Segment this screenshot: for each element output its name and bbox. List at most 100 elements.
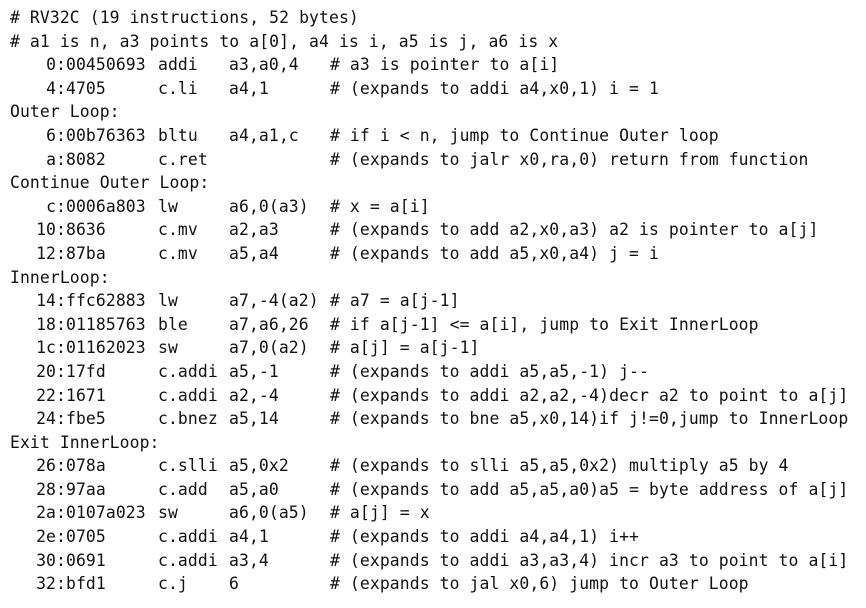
- instruction-line: 2e:0705 c.addi a4,1 # (expands to addi a4,a…: [10, 525, 848, 549]
- opcode: c.bnez: [158, 409, 218, 429]
- opcode: addi: [158, 55, 198, 75]
- comment: # (expands to addi a2,a2,-4)decr a2 to p…: [330, 385, 849, 405]
- opcode: sw: [158, 338, 178, 358]
- machine-code: 8082: [66, 149, 106, 169]
- address: 18:: [36, 314, 66, 334]
- machine-code: 00b76363: [66, 125, 146, 145]
- operands: a7,0(a2): [229, 338, 309, 358]
- operands: a4,1: [229, 527, 269, 547]
- operands: a4,a1,c: [229, 125, 299, 145]
- operands: a5,0x2: [229, 456, 289, 476]
- instruction-line: 30:0691 c.addi a3,4 # (expands to addi a3,a…: [10, 549, 848, 573]
- machine-code: 4705: [66, 78, 106, 98]
- comment: # (expands to jalr x0,ra,0) return from …: [330, 149, 809, 169]
- machine-code: 17fd: [66, 361, 106, 381]
- instruction-line: c:0006a803 lw a6,0(a3) # x = a[i]: [10, 195, 848, 219]
- instruction-line: a:8082 c.ret # (expands to jalr x0,ra,0) r…: [10, 148, 848, 172]
- address: 1c:: [36, 338, 66, 358]
- instruction-line: 0:00450693 addi a3,a0,4 # a3 is pointer to …: [10, 53, 848, 77]
- instruction-line: 24:fbe5 c.bnez a5,14 # (expands to bne a5,x…: [10, 407, 848, 431]
- opcode: c.addi: [158, 361, 218, 381]
- comment: # x = a[i]: [330, 196, 430, 216]
- instruction-line: 4:4705 c.li a4,1 # (expands to addi a4,x0,1…: [10, 77, 848, 101]
- machine-code: 01162023: [66, 338, 146, 358]
- code-label: Continue Outer Loop:: [10, 171, 848, 195]
- machine-code: fbe5: [66, 409, 106, 429]
- opcode: c.j: [158, 574, 188, 594]
- operands: a5,14: [229, 409, 279, 429]
- operands: a7,a6,26: [229, 314, 309, 334]
- address: 4:: [46, 78, 66, 98]
- header-comment: # a1 is n, a3 points to a[0], a4 is i, a…: [10, 30, 848, 54]
- operands: a5,a4: [229, 243, 279, 263]
- opcode: c.li: [158, 78, 198, 98]
- operands: a4,1: [229, 78, 269, 98]
- comment: # (expands to addi a4,x0,1) i = 1: [330, 78, 659, 98]
- operands: a3,4: [229, 550, 269, 570]
- instruction-line: 14:ffc62883 lw a7,-4(a2) # a7 = a[j-1]: [10, 289, 848, 313]
- code-label: Outer Loop:: [10, 100, 848, 124]
- instruction-line: 32:bfd1 c.j 6 # (expands to jal x0,6) jump …: [10, 572, 848, 596]
- label-text: Outer Loop:: [10, 102, 120, 122]
- instruction-line: 10:8636 c.mv a2,a3 # (expands to add a2,x0,…: [10, 218, 848, 242]
- comment: # (expands to addi a5,a5,-1) j--: [330, 361, 649, 381]
- code-label: InnerLoop:: [10, 266, 848, 290]
- machine-code: 01185763: [66, 314, 146, 334]
- address: 24:: [36, 409, 66, 429]
- comment: # (expands to slli a5,a5,0x2) multiply a…: [330, 456, 789, 476]
- code-label: Exit InnerLoop:: [10, 431, 848, 455]
- label-text: Continue Outer Loop:: [10, 173, 210, 193]
- instruction-line: 1c:01162023 sw a7,0(a2) # a[j] = a[j-1]: [10, 336, 848, 360]
- operands: a3,a0,4: [229, 55, 299, 75]
- address: 2a:: [36, 503, 66, 523]
- comment-text: # RV32C (19 instructions, 52 bytes): [10, 8, 359, 27]
- instruction-line: 12:87ba c.mv a5,a4 # (expands to add a5,x0,…: [10, 242, 848, 266]
- comment: # if a[j-1] <= a[i], jump to Exit InnerL…: [330, 314, 759, 334]
- machine-code: 97aa: [66, 479, 106, 499]
- operands: a2,a3: [229, 220, 279, 240]
- comment: # if i < n, jump to Continue Outer loop: [330, 125, 719, 145]
- instruction-line: 2a:0107a023 sw a6,0(a5) # a[j] = x: [10, 501, 848, 525]
- machine-code: ffc62883: [66, 291, 146, 311]
- address: 12:: [36, 243, 66, 263]
- assembly-listing: # RV32C (19 instructions, 52 bytes) # a1 …: [10, 6, 848, 596]
- instruction-line: 26:078a c.slli a5,0x2 # (expands to slli a5…: [10, 454, 848, 478]
- machine-code: 87ba: [66, 243, 106, 263]
- operands: a5,a0: [229, 479, 279, 499]
- comment: # (expands to add a2,x0,a3) a2 is pointe…: [330, 220, 819, 240]
- address: 10:: [36, 220, 66, 240]
- label-text: Exit InnerLoop:: [10, 432, 160, 452]
- address: 14:: [36, 291, 66, 311]
- address: 26:: [36, 456, 66, 476]
- comment: # a7 = a[j-1]: [330, 291, 460, 311]
- comment: # (expands to add a5,x0,a4) j = i: [330, 243, 659, 263]
- machine-code: 078a: [66, 456, 106, 476]
- address: 28:: [36, 479, 66, 499]
- comment: # a[j] = x: [330, 503, 430, 523]
- address: 0:: [46, 55, 66, 75]
- operands: a6,0(a5): [229, 503, 309, 523]
- comment: # (expands to bne a5,x0,14)if j!=0,jump …: [330, 409, 849, 429]
- address: c:: [46, 196, 66, 216]
- comment: # (expands to jal x0,6) jump to Outer Lo…: [330, 574, 749, 594]
- comment-text: # a1 is n, a3 points to a[0], a4 is i, a…: [10, 31, 559, 51]
- opcode: c.addi: [158, 385, 218, 405]
- opcode: sw: [158, 503, 178, 523]
- machine-code: 0691: [66, 550, 106, 570]
- address: 2e:: [36, 527, 66, 547]
- opcode: c.mv: [158, 220, 198, 240]
- machine-code: bfd1: [66, 574, 106, 594]
- operands: a5,-1: [229, 361, 279, 381]
- address: 30:: [36, 550, 66, 570]
- address: 32:: [36, 574, 66, 594]
- opcode: bltu: [158, 125, 198, 145]
- operands: a6,0(a3): [229, 196, 309, 216]
- machine-code: 8636: [66, 220, 106, 240]
- instruction-line: 28:97aa c.add a5,a0 # (expands to add a5,a5…: [10, 478, 848, 502]
- opcode: c.addi: [158, 527, 218, 547]
- machine-code: 1671: [66, 385, 106, 405]
- address: 6:: [46, 125, 66, 145]
- address: a:: [46, 149, 66, 169]
- address: 22:: [36, 385, 66, 405]
- comment: # (expands to add a5,a5,a0)a5 = byte add…: [330, 479, 849, 499]
